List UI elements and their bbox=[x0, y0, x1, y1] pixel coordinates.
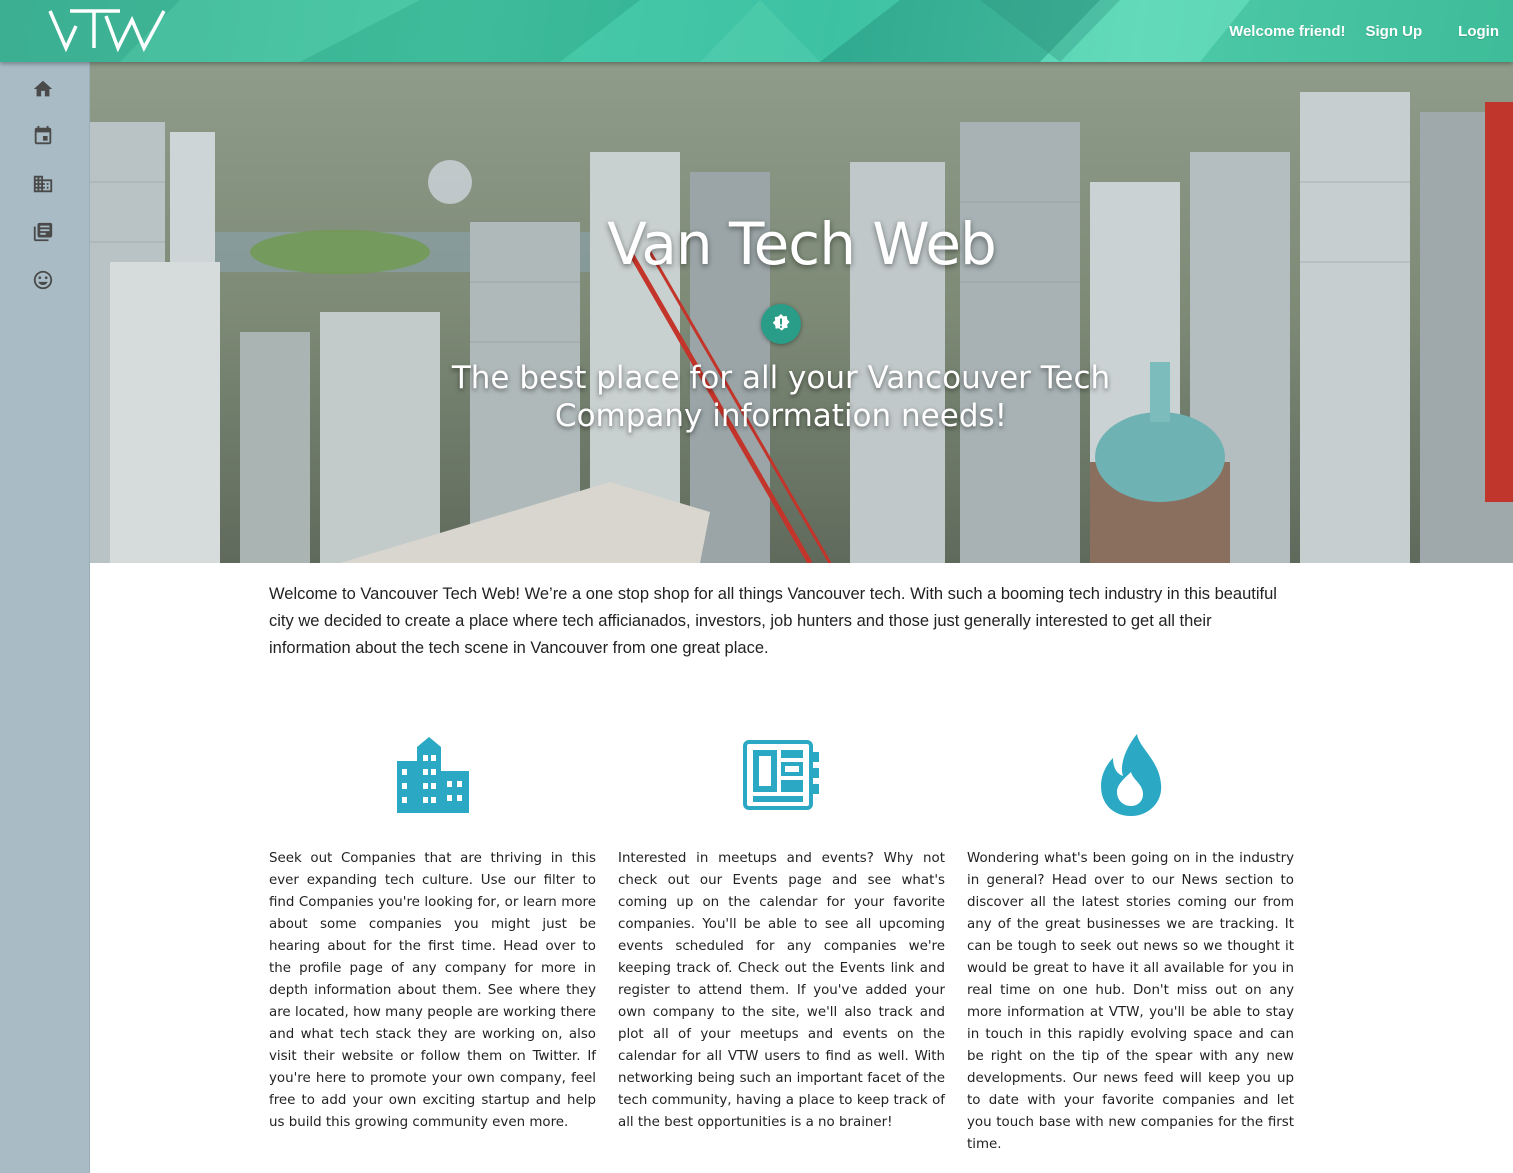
alert-badge-icon bbox=[772, 314, 790, 331]
hero-banner: Van Tech Web The best place for all your… bbox=[90, 62, 1513, 563]
fire-icon[interactable] bbox=[1099, 734, 1163, 816]
home-icon bbox=[33, 80, 53, 97]
hero-title: Van Tech Web bbox=[607, 210, 997, 278]
building-icon[interactable] bbox=[396, 737, 469, 813]
top-header: Welcome friend! Sign Up Login bbox=[0, 0, 1513, 62]
sidebar-item-news[interactable] bbox=[32, 221, 54, 243]
signup-link[interactable]: Sign Up bbox=[1366, 23, 1423, 40]
login-link[interactable]: Login bbox=[1458, 23, 1499, 40]
vtw-logo[interactable] bbox=[48, 8, 166, 53]
feature-events-text: Interested in meetups and events? Why no… bbox=[618, 851, 945, 1130]
hero-subtitle: The best place for all your Vancouver Te… bbox=[451, 360, 1111, 434]
calendar-icon bbox=[34, 125, 52, 145]
welcome-text: Welcome friend! bbox=[1229, 22, 1346, 40]
sidebar-item-companies[interactable] bbox=[32, 173, 54, 195]
city-skyline-image bbox=[90, 62, 1513, 563]
smiley-icon bbox=[33, 270, 53, 290]
feature-companies: Seek out Companies that are thriving in … bbox=[269, 730, 596, 1130]
sidebar-item-about[interactable] bbox=[32, 269, 54, 291]
logo-icon bbox=[48, 9, 166, 53]
hero-badge bbox=[761, 304, 801, 344]
sidebar bbox=[0, 62, 90, 1173]
feature-companies-text: Seek out Companies that are thriving in … bbox=[269, 851, 596, 1130]
sidebar-item-events[interactable] bbox=[32, 125, 54, 147]
business-icon bbox=[33, 175, 53, 193]
news-icon bbox=[33, 222, 53, 242]
feature-news: Wondering what's been going on in the in… bbox=[967, 730, 1294, 1152]
intro-paragraph: Welcome to Vancouver Tech Web! We’re a o… bbox=[269, 585, 1277, 657]
newspaper-icon[interactable] bbox=[742, 740, 821, 810]
header-nav: Welcome friend! Sign Up Login bbox=[1229, 0, 1499, 62]
feature-news-text: Wondering what's been going on in the in… bbox=[967, 851, 1294, 1152]
sidebar-item-home[interactable] bbox=[32, 78, 54, 100]
feature-events: Interested in meetups and events? Why no… bbox=[618, 730, 945, 1130]
